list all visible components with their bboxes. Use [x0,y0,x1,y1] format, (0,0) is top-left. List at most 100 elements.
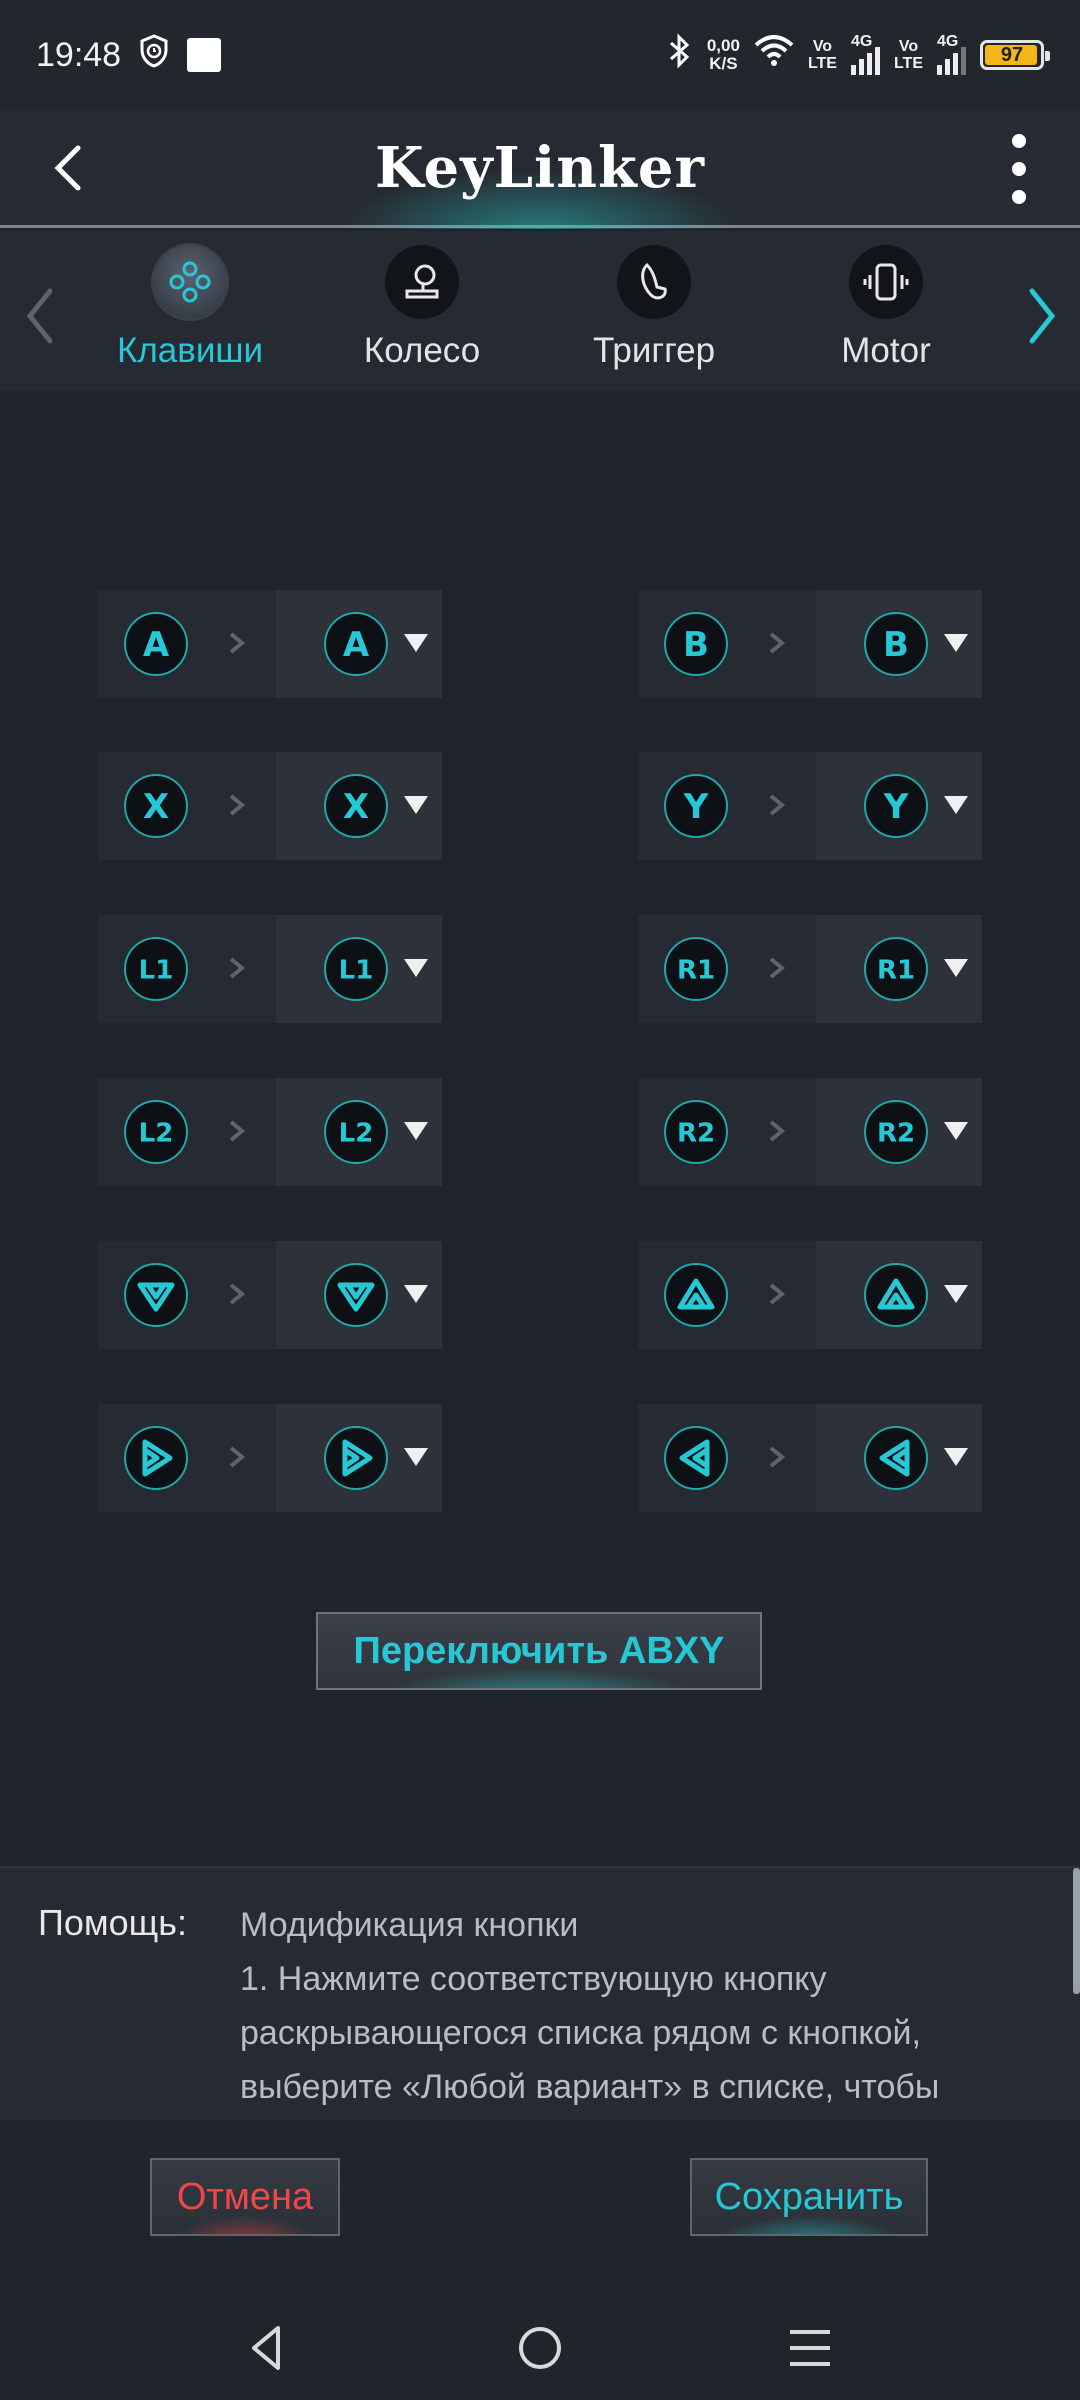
tab-keys[interactable]: Клавиши [90,245,290,385]
tab-motor[interactable]: Motor [786,245,986,385]
l2-button-icon: L2 [124,1100,188,1164]
svg-text:L2: L2 [139,1118,174,1148]
dropdown-arrow-icon [944,1122,968,1140]
dpad-down-button-icon [124,1263,188,1327]
dropdown-arrow-icon [944,796,968,814]
l1-button-icon: L1 [124,937,188,1001]
trigger-icon [617,245,691,319]
target-button-dropdown[interactable]: L2 [276,1078,442,1186]
svg-text:X: X [143,787,169,827]
help-label: Помощь: [38,1902,188,1943]
help-scrollbar[interactable] [1073,1868,1080,1994]
target-button-dropdown[interactable]: Y [816,752,982,860]
y-button-icon: Y [864,774,928,838]
nav-back-icon[interactable] [238,2318,298,2378]
target-button-dropdown[interactable] [276,1241,442,1349]
volte-indicator-1: Vo LTE [807,38,837,72]
svg-text:R1: R1 [677,955,715,985]
arrow-right-icon [226,628,248,663]
arrow-right-icon [766,1279,788,1314]
arrow-right-icon [766,1116,788,1151]
source-button-cell: B [638,590,816,698]
page-title: KeyLinker [375,134,705,201]
tab-wheel[interactable]: Колесо [322,245,522,385]
svg-text:A: A [343,625,370,665]
help-line: 1. Нажмите соответствующую кнопку [240,1960,827,1998]
target-button-dropdown[interactable]: X [276,752,442,860]
dropdown-arrow-icon [944,1448,968,1466]
dpad-up-button-icon [864,1263,928,1327]
dropdown-arrow-icon [404,1448,428,1466]
wifi-icon [754,34,794,76]
target-button-dropdown[interactable]: R2 [816,1078,982,1186]
r1-button-icon: R1 [664,937,728,1001]
l1-button-icon: L1 [324,937,388,1001]
tab-label: Триггер [592,331,716,370]
r1-button-icon: R1 [864,937,928,1001]
source-button-cell: Y [638,752,816,860]
cancel-button[interactable]: Отмена [150,2158,340,2236]
b-button-icon: B [864,612,928,676]
mapping-row: A A [98,590,442,698]
switch-abxy-button[interactable]: Переключить ABXY [316,1612,762,1690]
arrow-right-icon [766,628,788,663]
source-button-cell [98,1404,276,1512]
help-line: Модификация кнопки [240,1906,579,1944]
svg-text:Y: Y [683,787,709,827]
switch-abxy-label: Переключить ABXY [353,1629,725,1672]
mapping-row: Y Y [638,752,982,860]
svg-text:A: A [143,625,170,665]
target-button-dropdown[interactable] [816,1404,982,1512]
mapping-row: R1 R1 [638,915,982,1023]
target-button-dropdown[interactable]: B [816,590,982,698]
tab-label: Motor [841,331,931,370]
target-button-dropdown[interactable]: L1 [276,915,442,1023]
cancel-label: Отмена [176,2175,314,2218]
x-button-icon: X [124,774,188,838]
shield-clock-icon [139,33,169,77]
bluetooth-icon [667,32,693,78]
tab-scroll-right-icon[interactable] [1022,281,1062,351]
mapping-row [638,1241,982,1349]
notification-square-icon [187,38,222,72]
more-options-icon[interactable] [1004,134,1034,204]
tab-bar: Клавиши Колесо Триггер Motor [0,231,1080,391]
help-line: раскрывающегося списка рядом с кнопкой, [240,2014,921,2052]
r2-button-icon: R2 [664,1100,728,1164]
source-button-cell [638,1241,816,1349]
dropdown-arrow-icon [404,1122,428,1140]
tab-scroll-left-icon[interactable] [20,281,60,351]
nav-home-icon[interactable] [510,2318,570,2378]
dropdown-arrow-icon [404,796,428,814]
y-button-icon: Y [664,774,728,838]
source-button-cell [98,1241,276,1349]
target-button-dropdown[interactable] [276,1404,442,1512]
svg-text:B: B [683,625,709,665]
signal-icon: 4G [850,33,880,75]
source-button-cell: L2 [98,1078,276,1186]
source-button-cell: R2 [638,1078,816,1186]
target-button-dropdown[interactable] [816,1241,982,1349]
target-button-dropdown[interactable]: R1 [816,915,982,1023]
dropdown-arrow-icon [404,634,428,652]
svg-text:L1: L1 [339,955,374,985]
l2-button-icon: L2 [324,1100,388,1164]
dpad-right-button-icon [324,1426,388,1490]
source-button-cell: L1 [98,915,276,1023]
arrow-right-icon [226,1442,248,1477]
save-label: Сохранить [714,2175,904,2218]
target-button-dropdown[interactable]: A [276,590,442,698]
tab-trigger[interactable]: Триггер [554,245,754,385]
svg-text:Y: Y [883,787,909,827]
arrow-right-icon [226,953,248,988]
r2-button-icon: R2 [864,1100,928,1164]
help-line: выберите «Любой вариант» в списке, чтобы [240,2068,940,2106]
gamepad-buttons-icon [153,245,227,319]
arrow-right-icon [226,1279,248,1314]
source-button-cell: A [98,590,276,698]
svg-text:R2: R2 [877,1118,915,1148]
mapping-row: L1 L1 [98,915,442,1023]
nav-menu-icon[interactable] [780,2318,840,2378]
save-button[interactable]: Сохранить [690,2158,928,2236]
back-icon[interactable] [44,140,94,196]
